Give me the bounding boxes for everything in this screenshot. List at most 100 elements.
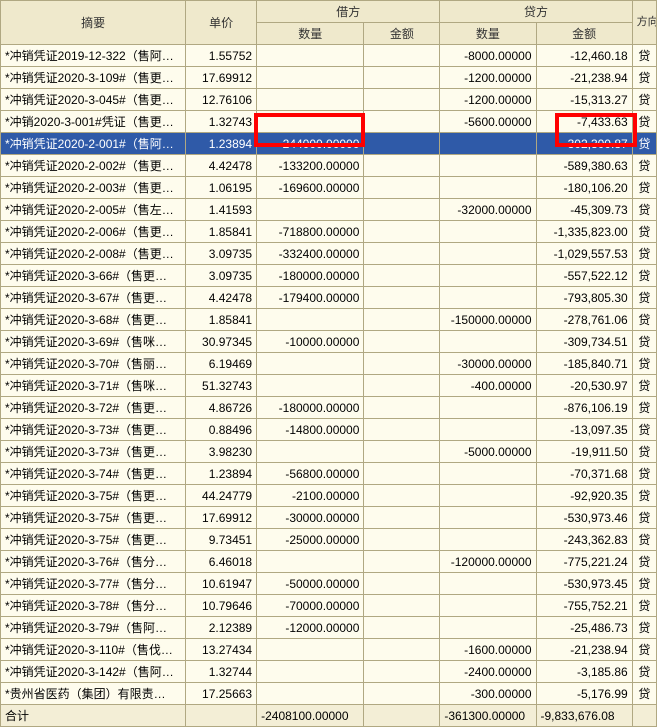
price-cell: 12.76106 <box>186 89 257 111</box>
credit-qty-cell: -5600.00000 <box>440 111 536 133</box>
table-row[interactable]: *冲销凭证2020-2-003#（售更…1.06195-169600.00000… <box>1 177 657 199</box>
total-credit-amt: -9,833,676.08 <box>536 705 632 727</box>
dir-cell: 贷 <box>632 639 656 661</box>
dir-cell: 贷 <box>632 485 656 507</box>
table-row[interactable]: *冲销凭证2020-2-005#（售左…1.41593-32000.00000-… <box>1 199 657 221</box>
credit-qty-cell <box>440 507 536 529</box>
credit-qty-cell: -1200.00000 <box>440 89 536 111</box>
header-debit-amt[interactable]: 金额 <box>364 23 440 45</box>
credit-qty-cell <box>440 177 536 199</box>
credit-amt-cell: -775,221.24 <box>536 551 632 573</box>
credit-qty-cell: -5000.00000 <box>440 441 536 463</box>
debit-amt-cell <box>364 155 440 177</box>
credit-qty-cell <box>440 419 536 441</box>
header-dir[interactable]: 方向 <box>632 1 656 45</box>
table-row[interactable]: *冲销凭证2020-3-79#（售阿…2.12389-12000.00000-2… <box>1 617 657 639</box>
price-cell: 6.19469 <box>186 353 257 375</box>
credit-qty-cell <box>440 265 536 287</box>
table-row[interactable]: *冲销凭证2020-3-77#（售分…10.61947-50000.00000-… <box>1 573 657 595</box>
table-row[interactable]: *冲销凭证2020-3-045#（售更…12.76106-1200.00000-… <box>1 89 657 111</box>
debit-qty-cell <box>257 45 364 67</box>
debit-amt-cell <box>364 177 440 199</box>
table-row[interactable]: *冲销凭证2020-3-68#（售更…1.85841-150000.00000-… <box>1 309 657 331</box>
table-row[interactable]: *冲销2020-3-001#凭证（售更…1.32743-5600.00000-7… <box>1 111 657 133</box>
debit-qty-cell <box>257 67 364 89</box>
table-row[interactable]: *冲销凭证2020-3-69#（售咪…30.97345-10000.00000-… <box>1 331 657 353</box>
table-row[interactable]: *冲销凭证2020-3-73#（售更…0.88496-14800.00000-1… <box>1 419 657 441</box>
debit-amt-cell <box>364 507 440 529</box>
summary-cell: *冲销凭证2020-3-71#（售咪… <box>1 375 186 397</box>
header-price[interactable]: 单价 <box>186 1 257 45</box>
debit-qty-cell: -50000.00000 <box>257 573 364 595</box>
credit-qty-cell <box>440 463 536 485</box>
table-row[interactable]: *冲销凭证2020-3-74#（售更…1.23894-56800.00000-7… <box>1 463 657 485</box>
credit-qty-cell: -8000.00000 <box>440 45 536 67</box>
total-label: 合计 <box>1 705 186 727</box>
table-row[interactable]: *冲销凭证2020-2-006#（售更…1.85841-718800.00000… <box>1 221 657 243</box>
table-row[interactable]: *冲销凭证2020-3-78#（售分…10.79646-70000.00000-… <box>1 595 657 617</box>
header-debit-qty[interactable]: 数量 <box>257 23 364 45</box>
dir-cell: 贷 <box>632 45 656 67</box>
table-row[interactable]: *冲销凭证2020-3-66#（售更…3.09735-180000.00000-… <box>1 265 657 287</box>
debit-qty-cell <box>257 551 364 573</box>
dir-cell: 贷 <box>632 331 656 353</box>
price-cell: 4.42478 <box>186 155 257 177</box>
credit-qty-cell: -150000.00000 <box>440 309 536 331</box>
debit-qty-cell: -332400.00000 <box>257 243 364 265</box>
dir-cell: 贷 <box>632 309 656 331</box>
total-debit-qty: -2408100.00000 <box>257 705 364 727</box>
credit-qty-cell: -1600.00000 <box>440 639 536 661</box>
summary-cell: *冲销凭证2020-3-045#（售更… <box>1 89 186 111</box>
debit-qty-cell <box>257 639 364 661</box>
debit-qty-cell: -718800.00000 <box>257 221 364 243</box>
table-row[interactable]: *贵州省医药（集团）有限责…17.25663-300.00000-5,176.9… <box>1 683 657 705</box>
price-cell: 6.46018 <box>186 551 257 573</box>
header-debit[interactable]: 借方 <box>257 1 440 23</box>
table-row[interactable]: *冲销凭证2020-2-001#（售阿…1.23894-244000.00000… <box>1 133 657 155</box>
table-row[interactable]: *冲销凭证2020-2-002#（售更…4.42478-133200.00000… <box>1 155 657 177</box>
table-row[interactable]: *冲销凭证2020-3-71#（售咪…51.32743-400.00000-20… <box>1 375 657 397</box>
credit-amt-cell: -21,238.94 <box>536 639 632 661</box>
header-credit-qty[interactable]: 数量 <box>440 23 536 45</box>
table-row[interactable]: *冲销凭证2020-3-75#（售更…9.73451-25000.00000-2… <box>1 529 657 551</box>
debit-qty-cell <box>257 441 364 463</box>
table-row[interactable]: *冲销凭证2020-3-76#（售分…6.46018-120000.00000-… <box>1 551 657 573</box>
debit-qty-cell: -30000.00000 <box>257 507 364 529</box>
table-row[interactable]: *冲销凭证2020-3-75#（售更…44.24779-2100.00000-9… <box>1 485 657 507</box>
table-row[interactable]: *冲销凭证2020-3-67#（售更…4.42478-179400.00000-… <box>1 287 657 309</box>
table-row[interactable]: *冲销凭证2020-3-73#（售更…3.98230-5000.00000-19… <box>1 441 657 463</box>
table-row[interactable]: *冲销凭证2020-3-109#（售更…17.69912-1200.00000-… <box>1 67 657 89</box>
debit-amt-cell <box>364 199 440 221</box>
header-credit-amt[interactable]: 金额 <box>536 23 632 45</box>
price-cell: 4.42478 <box>186 287 257 309</box>
debit-qty-cell: -14800.00000 <box>257 419 364 441</box>
total-row: 合计 -2408100.00000 -361300.00000 -9,833,6… <box>1 705 657 727</box>
dir-cell: 贷 <box>632 397 656 419</box>
credit-amt-cell: -180,106.20 <box>536 177 632 199</box>
debit-amt-cell <box>364 309 440 331</box>
table-row[interactable]: *冲销凭证2020-3-72#（售更…4.86726-180000.00000-… <box>1 397 657 419</box>
debit-amt-cell <box>364 331 440 353</box>
dir-cell: 贷 <box>632 595 656 617</box>
table-row[interactable]: *冲销凭证2020-2-008#（售更…3.09735-332400.00000… <box>1 243 657 265</box>
credit-amt-cell: -557,522.12 <box>536 265 632 287</box>
credit-amt-cell: -302,300.87 <box>536 133 632 155</box>
table-row[interactable]: *冲销凭证2020-3-110#（售伐…13.27434-1600.00000-… <box>1 639 657 661</box>
credit-qty-cell: -32000.00000 <box>440 199 536 221</box>
debit-qty-cell: -12000.00000 <box>257 617 364 639</box>
debit-amt-cell <box>364 463 440 485</box>
price-cell: 3.09735 <box>186 243 257 265</box>
debit-amt-cell <box>364 287 440 309</box>
table-row[interactable]: *冲销凭证2020-3-70#（售丽…6.19469-30000.00000-1… <box>1 353 657 375</box>
credit-amt-cell: -13,097.35 <box>536 419 632 441</box>
table-row[interactable]: *冲销凭证2020-3-75#（售更…17.69912-30000.00000-… <box>1 507 657 529</box>
summary-cell: *冲销凭证2020-2-008#（售更… <box>1 243 186 265</box>
price-cell: 10.79646 <box>186 595 257 617</box>
credit-qty-cell <box>440 485 536 507</box>
summary-cell: *冲销2020-3-001#凭证（售更… <box>1 111 186 133</box>
header-summary[interactable]: 摘要 <box>1 1 186 45</box>
header-credit[interactable]: 贷方 <box>440 1 632 23</box>
table-row[interactable]: *冲销凭证2019-12-322（售阿…1.55752-8000.00000-1… <box>1 45 657 67</box>
table-row[interactable]: *冲销凭证2020-3-142#（售阿…1.32744-2400.00000-3… <box>1 661 657 683</box>
credit-qty-cell <box>440 133 536 155</box>
